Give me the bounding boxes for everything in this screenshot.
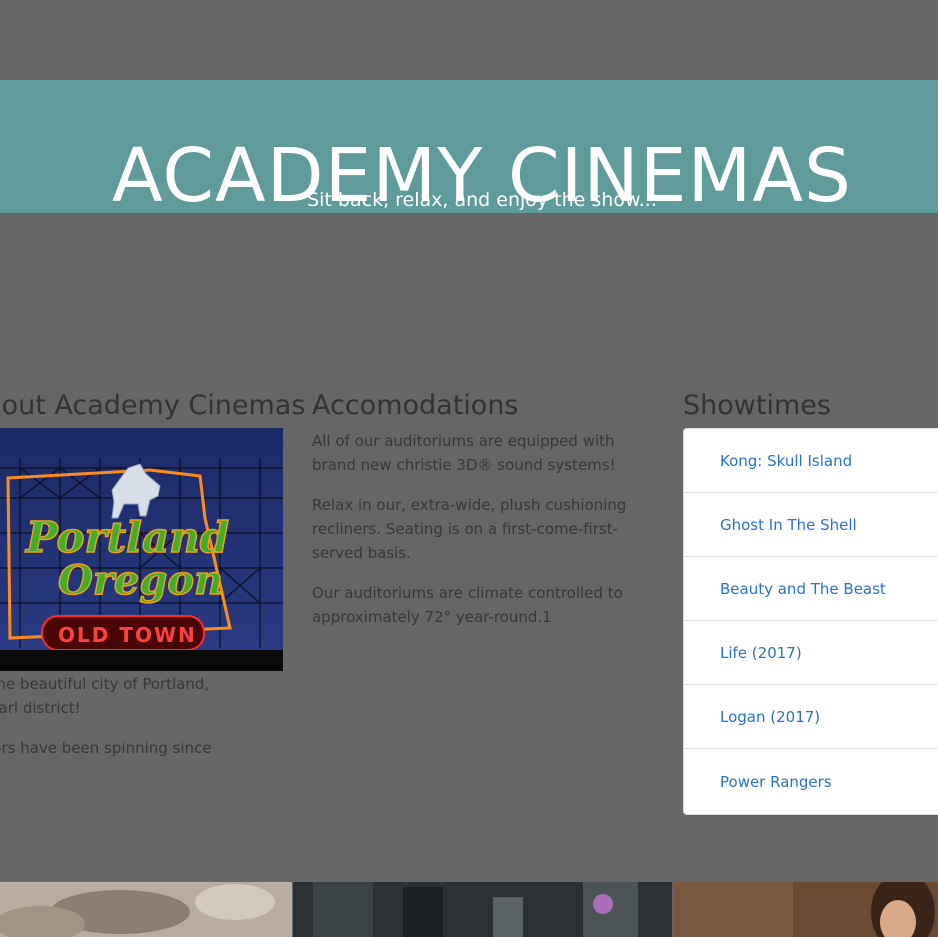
list-item: Kong: Skull Island (684, 429, 938, 493)
list-item: Logan (2017) (684, 685, 938, 749)
portland-sign-image: Portland Oregon OLD TOWN (0, 428, 283, 671)
list-item: Life (2017) (684, 621, 938, 685)
showtimes-heading: Showtimes (683, 390, 831, 421)
svg-text:Oregon: Oregon (58, 557, 223, 604)
showtime-link-ghost-in-the-shell[interactable]: Ghost In The Shell (720, 516, 857, 534)
showtime-link-logan[interactable]: Logan (2017) (720, 708, 820, 726)
showtime-link-power-rangers[interactable]: Power Rangers (720, 773, 832, 791)
movie-poster-strip (0, 882, 938, 937)
list-item: Beauty and The Beast (684, 557, 938, 621)
showtime-link-life[interactable]: Life (2017) (720, 644, 802, 662)
site-tagline: Sit back, relax, and enjoy the show... (307, 189, 657, 211)
movie-poster-ghost-in-the-shell[interactable] (293, 882, 672, 937)
list-item: Ghost In The Shell (684, 493, 938, 557)
accommodations-sound-text: All of our auditoriums are equipped with… (312, 432, 616, 474)
accommodations-seating-text: Relax in our, extra-wide, plush cushioni… (312, 496, 627, 562)
accommodations-heading: Accomodations (312, 390, 519, 421)
movie-poster-beauty-and-the-beast[interactable] (673, 882, 938, 937)
list-item: Power Rangers (684, 749, 938, 814)
svg-text:OLD TOWN: OLD TOWN (58, 623, 197, 647)
showtime-link-beauty-and-the-beast[interactable]: Beauty and The Beast (720, 580, 886, 598)
showtimes-list: Kong: Skull Island Ghost In The Shell Be… (683, 428, 938, 815)
svg-text:Portland: Portland (25, 513, 229, 562)
about-history-text: Our projectors have been spinning since … (0, 739, 212, 757)
movie-poster-kong[interactable] (0, 882, 292, 937)
about-location-text: Located in the beautiful city of Portlan… (0, 675, 210, 717)
about-heading: About Academy Cinemas (0, 390, 306, 421)
page: ACADEMY CINEMAS Sit back, relax, and enj… (0, 0, 938, 937)
accommodations-climate-text: Our auditoriums are climate controlled t… (312, 584, 623, 626)
showtime-link-kong[interactable]: Kong: Skull Island (720, 452, 852, 470)
